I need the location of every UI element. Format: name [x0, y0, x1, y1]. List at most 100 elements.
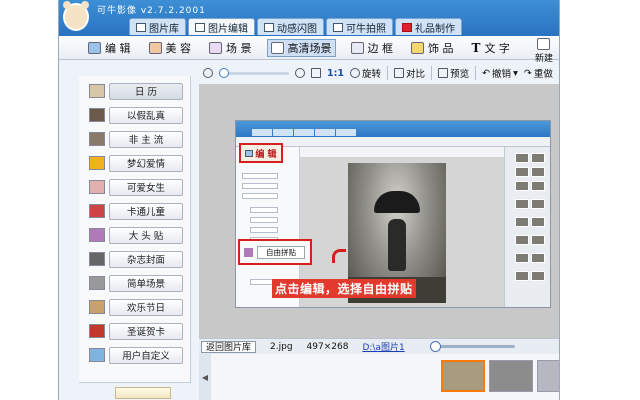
frame-icon: [350, 41, 364, 54]
mini-title-bar: [236, 121, 550, 137]
sidebar-item-nonmainstream[interactable]: 非 主 流: [89, 130, 187, 148]
chevron-left-icon: ◀: [201, 372, 209, 382]
tool-text[interactable]: T文 字: [469, 39, 513, 57]
tool-hd-scene[interactable]: 高清场景: [266, 38, 336, 57]
image-edit-icon: [195, 22, 205, 32]
sidebar-item-cartoon-kids[interactable]: 卡通儿童: [89, 202, 187, 220]
rotate-button[interactable]: 旋转: [350, 66, 381, 80]
redo-icon: ↷: [523, 67, 532, 79]
status-filename: 2.jpg: [270, 341, 293, 352]
sidebar-item-magazine[interactable]: 杂志封面: [89, 250, 187, 268]
zoom-slider[interactable]: [219, 67, 289, 78]
girl-figure: [388, 219, 406, 271]
filmstrip-size-slider[interactable]: [429, 341, 515, 352]
edit-canvas[interactable]: 编 辑 自由拼贴 点击编辑，选择自由拼贴: [199, 84, 559, 338]
category-thumb-icon: [89, 324, 105, 338]
decoration-icon: [411, 41, 424, 54]
filmstrip-thumbnail[interactable]: [489, 360, 533, 392]
camera-icon: [333, 22, 343, 32]
status-bar: 返回图片库 2.jpg 497×268 D:\a图片1: [199, 338, 559, 354]
category-thumb-icon: [89, 84, 105, 98]
tab-flash[interactable]: 动感闪图: [257, 18, 324, 35]
tab-photo-library[interactable]: 图片库: [129, 18, 186, 35]
sidebar-item-calendar[interactable]: 日 历: [89, 82, 187, 100]
zoom-slider-thumb[interactable]: [219, 67, 229, 78]
sidebar-item-dream-love[interactable]: 梦幻爱情: [89, 154, 187, 172]
zoom-in-icon[interactable]: [295, 68, 305, 78]
scene-icon: [209, 41, 222, 54]
umbrella-shape: [374, 191, 420, 213]
highlighted-free-collage-button: 自由拼贴: [238, 239, 312, 265]
tool-decoration[interactable]: 饰 品: [408, 39, 457, 57]
sidebar-footer-button[interactable]: [115, 387, 171, 399]
redo-button[interactable]: ↷ 重做: [523, 66, 553, 81]
contrast-button[interactable]: 对比: [394, 66, 425, 80]
left-gutter: [0, 0, 58, 400]
separator: [387, 66, 389, 80]
scene-category-sidebar: 日 历 以假乱真 非 主 流 梦幻爱情 可爱女生 卡通儿童 大 头 贴 杂志封面…: [79, 76, 191, 400]
tool-edit[interactable]: 编 辑: [85, 39, 134, 57]
sidebar-item-christmas[interactable]: 圣诞贺卡: [89, 322, 187, 340]
photo-library-icon: [136, 22, 146, 32]
filmstrip-thumbnail[interactable]: [441, 360, 485, 392]
tutorial-screenshot: 编 辑 自由拼贴 点击编辑，选择自由拼贴: [235, 120, 551, 308]
main-tabs: 图片库 图片编辑 动感闪图 可牛拍照 礼品制作: [129, 18, 462, 35]
ratio-button[interactable]: 1:1: [327, 68, 344, 79]
tab-gift[interactable]: 礼品制作: [395, 18, 462, 35]
text-icon: T: [471, 40, 481, 55]
category-thumb-icon: [89, 276, 105, 290]
fit-icon[interactable]: [311, 68, 321, 78]
category-thumb-icon: [89, 348, 105, 362]
category-thumb-icon: [89, 132, 105, 146]
tab-image-edit[interactable]: 图片编辑: [188, 18, 255, 35]
tool-scene[interactable]: 场 景: [206, 39, 255, 57]
mini-thumbnail-panel: [504, 147, 550, 307]
sidebar-item-simple-scene[interactable]: 简单场景: [89, 274, 187, 292]
beauty-icon: [148, 41, 162, 54]
flash-icon: [264, 22, 274, 32]
tool-frame[interactable]: 边 框: [348, 39, 397, 57]
edit-icon: [88, 41, 101, 54]
new-button[interactable]: 新建: [535, 38, 553, 64]
sidebar-item-big-head[interactable]: 大 头 贴: [89, 226, 187, 244]
category-thumb-icon: [89, 108, 105, 122]
tutorial-caption: 点击编辑，选择自由拼贴: [272, 279, 416, 298]
app-window: 可牛影像 v2.7.2.2001 图片库 图片编辑 动感闪图 可牛拍照 礼品制作…: [58, 0, 560, 400]
back-to-library-button[interactable]: 返回图片库: [201, 340, 257, 353]
sidebar-footer: [79, 382, 191, 400]
edit-icon: [245, 149, 254, 157]
hd-scene-icon: [270, 41, 284, 54]
edit-toolbar: 1:1 旋转 对比 预览 ↶ 撤销 ▾ ↷ 重做: [199, 62, 559, 84]
cow-logo-icon: [63, 1, 89, 31]
category-thumb-icon: [89, 228, 105, 242]
sidebar-item-festival[interactable]: 欢乐节日: [89, 298, 187, 316]
contrast-icon: [394, 68, 405, 78]
status-dimensions: 497×268: [306, 341, 349, 352]
undo-button[interactable]: ↶ 撤销 ▾: [482, 66, 518, 81]
sidebar-item-realistic[interactable]: 以假乱真: [89, 106, 187, 124]
app-title: 可牛影像 v2.7.2.2001: [97, 6, 206, 16]
zoom-out-icon[interactable]: [203, 68, 213, 78]
chevron-down-icon[interactable]: ▾: [513, 68, 518, 79]
title-bar: 可牛影像 v2.7.2.2001 图片库 图片编辑 动感闪图 可牛拍照 礼品制作: [59, 0, 559, 36]
red-arrow-icon: [332, 249, 346, 263]
separator: [475, 66, 477, 80]
category-thumb-icon: [89, 252, 105, 266]
sidebar-item-cute-girl[interactable]: 可爱女生: [89, 178, 187, 196]
filmstrip-thumbnail[interactable]: [537, 360, 559, 392]
mini-tool-row: [236, 137, 550, 147]
tool-row: 编 辑 美 容 场 景 高清场景 边 框 饰 品 T文 字: [59, 36, 559, 60]
gift-icon: [402, 22, 412, 32]
filmstrip-prev-button[interactable]: ◀: [199, 354, 211, 400]
rotate-icon: [350, 68, 361, 78]
collage-icon: [244, 247, 253, 257]
status-path-link[interactable]: D:\a图片1: [362, 340, 404, 353]
sidebar-item-user-defined[interactable]: 用户自定义: [89, 346, 187, 364]
right-gutter: [560, 0, 640, 400]
tool-beauty[interactable]: 美 容: [146, 39, 195, 57]
category-thumb-icon: [89, 204, 105, 218]
preview-button[interactable]: 预览: [438, 66, 469, 80]
filmstrip: ◀: [199, 354, 559, 400]
tab-camera[interactable]: 可牛拍照: [326, 18, 393, 35]
new-file-icon: [537, 38, 551, 50]
